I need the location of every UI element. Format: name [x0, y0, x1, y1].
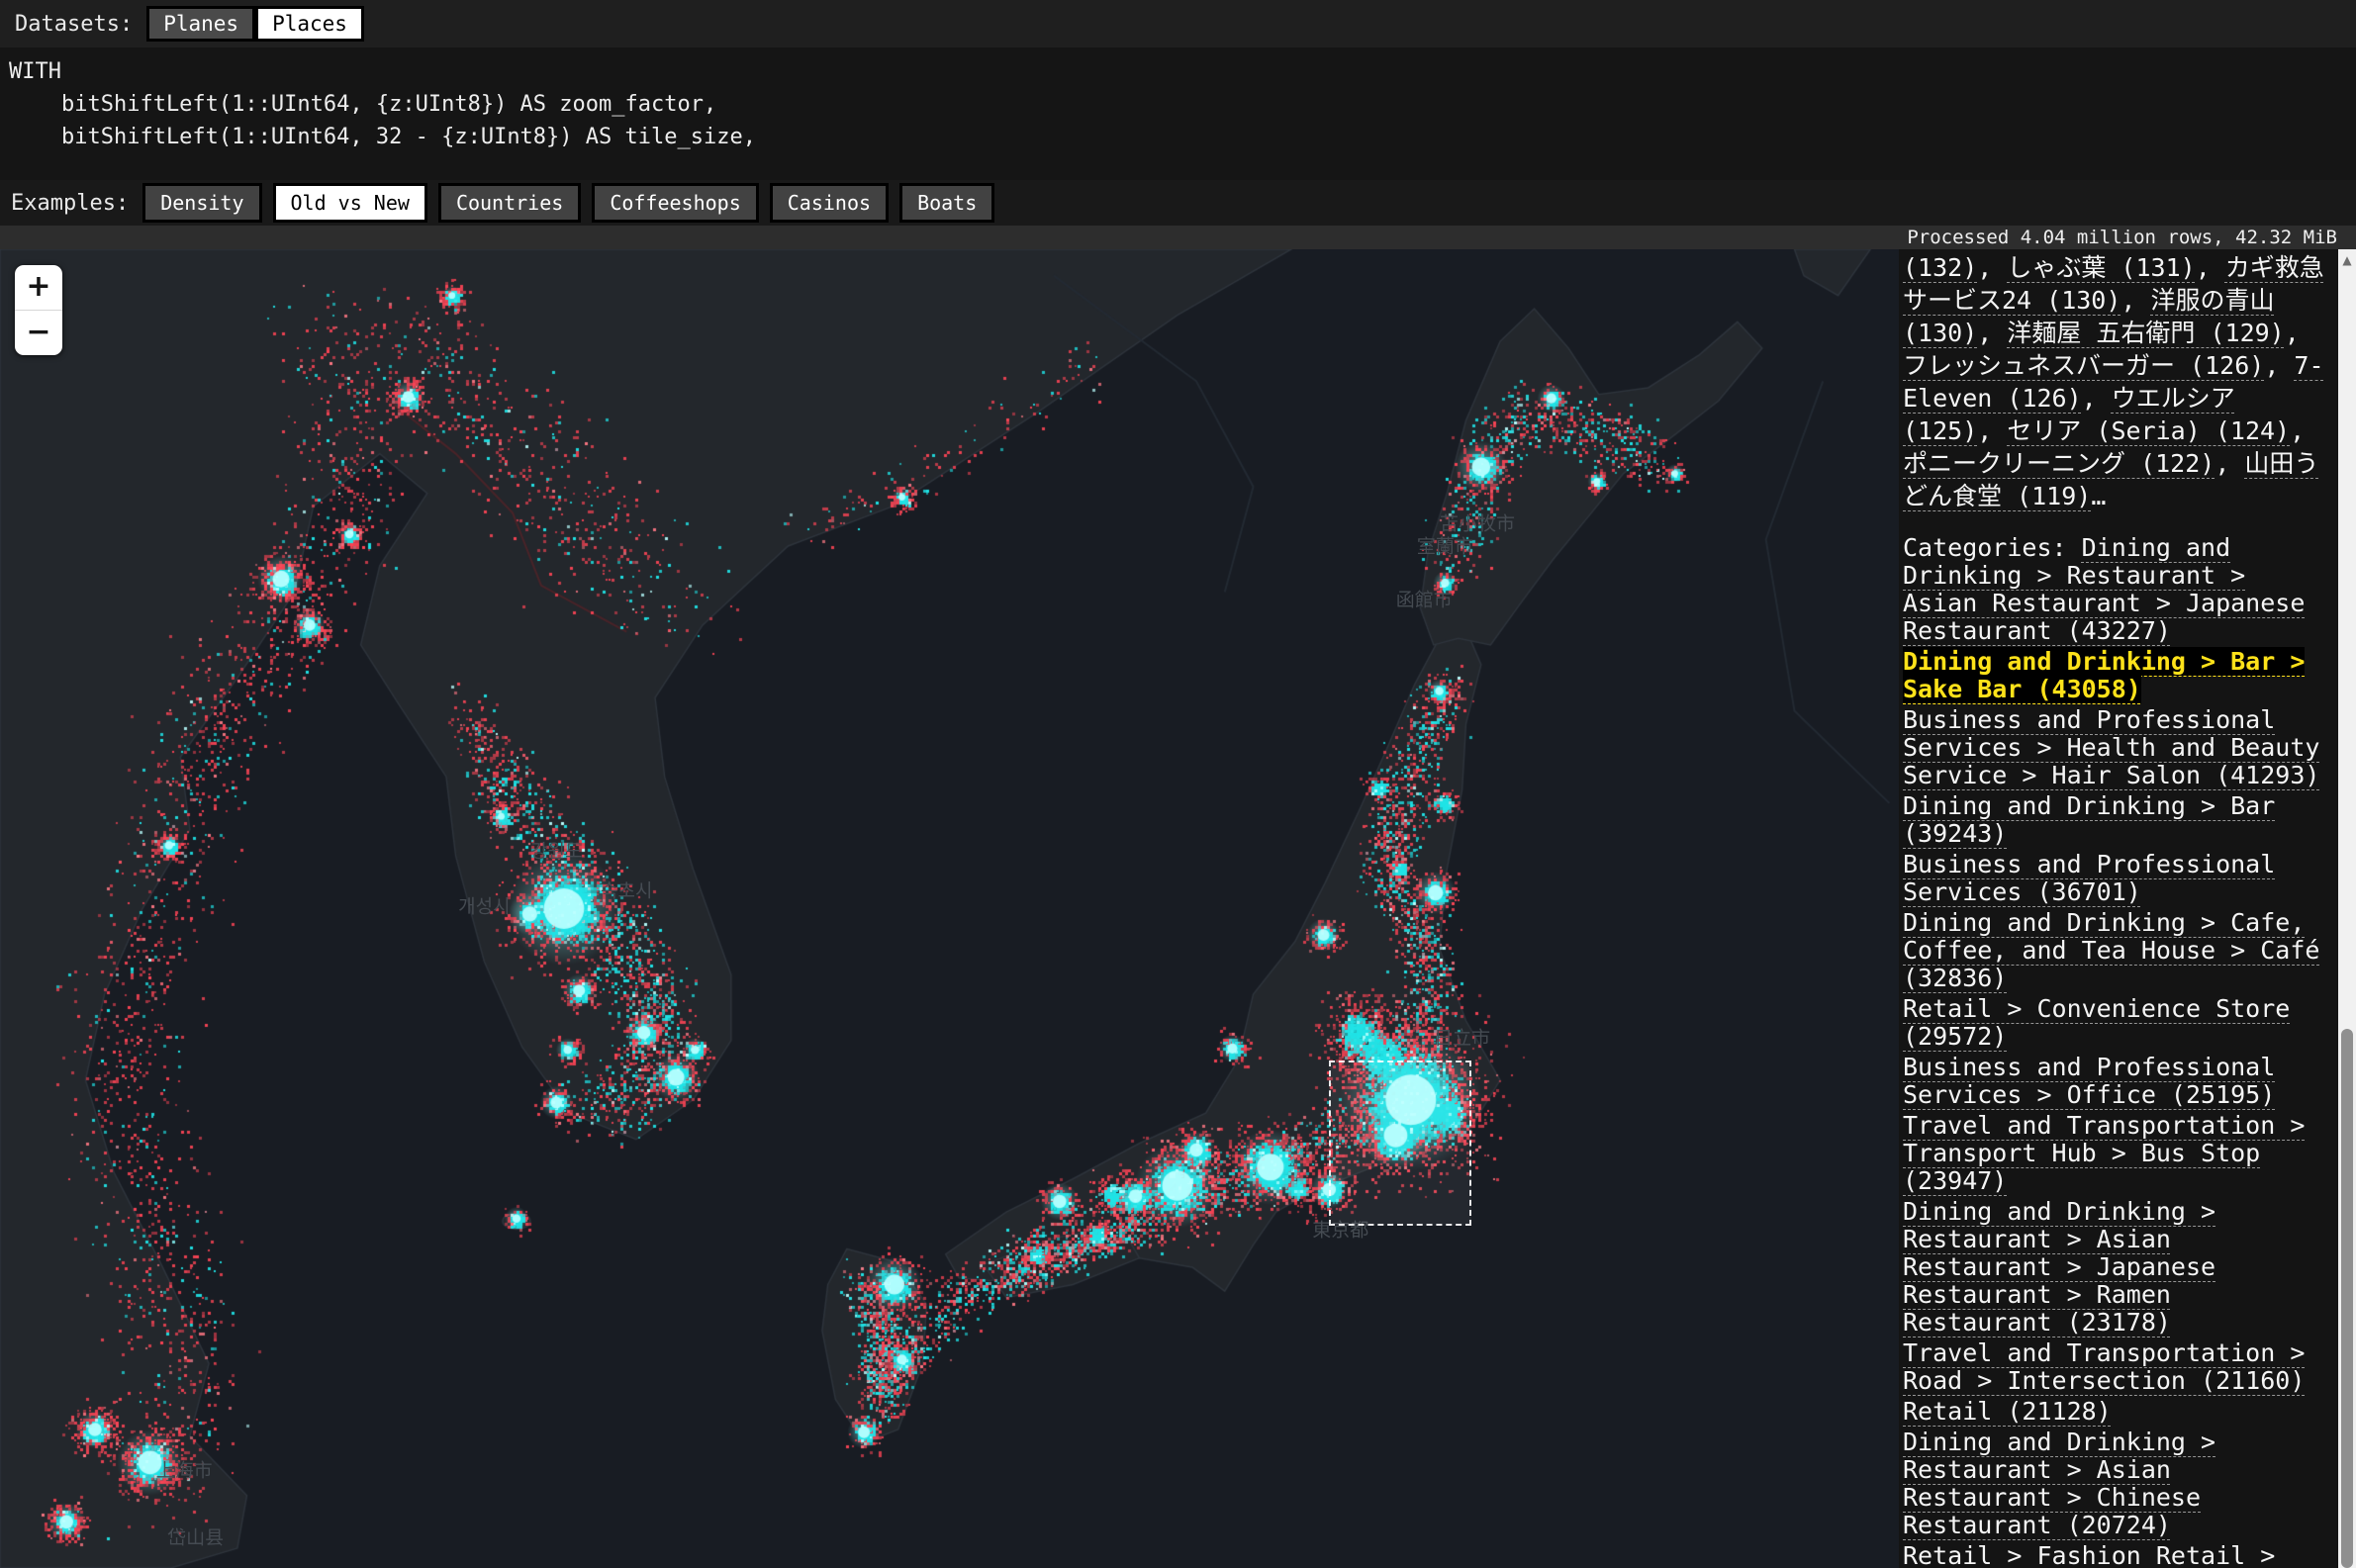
sql-code[interactable]: WITH bitShiftLeft(1::UInt64, {z:UInt8}) …	[9, 55, 2356, 153]
name-link[interactable]: 洋麺屋 五右衛門 (129)	[2007, 319, 2284, 347]
category-link[interactable]: Dining and Drinking > Restaurant > Asian…	[1903, 1197, 2215, 1337]
example-button-old-vs-new[interactable]: Old vs New	[273, 183, 427, 223]
example-button-density[interactable]: Density	[142, 183, 261, 223]
category-link[interactable]: Retail (21128)	[1903, 1397, 2112, 1426]
datasets-bar: Datasets: Planes Places	[0, 0, 2356, 47]
example-button-coffeeshops[interactable]: Coffeeshops	[592, 183, 758, 223]
map-zoom-control: + −	[15, 265, 62, 355]
sql-editor[interactable]: WITH bitShiftLeft(1::UInt64, {z:UInt8}) …	[0, 47, 2356, 180]
dataset-button-planes[interactable]: Planes	[146, 6, 255, 42]
category-link-highlighted[interactable]: Dining and Drinking > Bar > Sake Bar (43…	[1903, 647, 2305, 703]
scrollbar-thumb[interactable]	[2341, 1029, 2353, 1568]
category-link[interactable]: Dining and Drinking > Bar (39243)	[1903, 791, 2275, 848]
category-link[interactable]: Business and Professional Services (3670…	[1903, 850, 2275, 906]
results-sidebar: (132), しゃぶ葉 (131), カギ救急サービス24 (130), 洋服の…	[1899, 249, 2338, 1568]
category-item: Retail > Convenience Store (29572)	[1903, 995, 2332, 1051]
category-link[interactable]: Retail > Convenience Store (29572)	[1903, 994, 2290, 1051]
name-link[interactable]: (132)	[1903, 253, 1977, 282]
category-link[interactable]: Travel and Transportation > Transport Hu…	[1903, 1111, 2305, 1195]
name-link[interactable]: ポニークリーニング (122)	[1903, 449, 2215, 478]
category-link[interactable]: Travel and Transportation > Road > Inter…	[1903, 1338, 2305, 1395]
map[interactable]: 日立市東京都강원도개성시속초시上海市岱山县苫小牧市室蘭市函館市 + −	[0, 249, 1899, 1568]
categories-list: Categories: Dining and Drinking > Restau…	[1903, 534, 2332, 1568]
example-button-boats[interactable]: Boats	[899, 183, 994, 223]
category-item: Dining and Drinking > Restaurant > Asian…	[1903, 1198, 2332, 1337]
examples-bar: Examples: Density Old vs New Countries C…	[0, 180, 2356, 226]
name-link[interactable]: セリア (Seria) (124)	[2007, 416, 2290, 445]
category-item: Business and Professional Services > Hea…	[1903, 706, 2332, 789]
category-item: Dining and Drinking > Cafe, Coffee, and …	[1903, 909, 2332, 992]
category-item: Business and Professional Services (3670…	[1903, 851, 2332, 906]
map-canvas[interactable]	[0, 249, 1899, 1568]
category-item: Business and Professional Services > Off…	[1903, 1054, 2332, 1109]
query-status-text: Processed 4.04 million rows, 42.32 MiB	[0, 226, 2356, 249]
datasets-label: Datasets:	[15, 12, 133, 37]
category-item: Dining and Drinking > Restaurant > Asian…	[1903, 1429, 2332, 1539]
zoom-in-button[interactable]: +	[15, 265, 62, 310]
category-item: Dining and Drinking > Bar (39243)	[1903, 792, 2332, 848]
example-button-countries[interactable]: Countries	[438, 183, 581, 223]
name-link[interactable]: しゃぶ葉 (131)	[2007, 253, 2195, 282]
zoom-out-button[interactable]: −	[15, 311, 62, 355]
datasets-button-group: Planes Places	[146, 6, 364, 42]
category-item: Retail > Fashion Retail > Clothing Store…	[1903, 1542, 2332, 1568]
category-link[interactable]: Dining and Drinking > Cafe, Coffee, and …	[1903, 908, 2319, 992]
category-item: Retail (21128)	[1903, 1398, 2332, 1426]
category-link[interactable]: Business and Professional Services > Hea…	[1903, 705, 2319, 789]
dataset-button-places[interactable]: Places	[255, 6, 364, 42]
categories-label: Categories:	[1903, 533, 2082, 562]
name-link[interactable]: フレッシュネスバーガー (126)	[1903, 351, 2264, 380]
top-names-list: (132), しゃぶ葉 (131), カギ救急サービス24 (130), 洋服の…	[1903, 251, 2332, 512]
category-link[interactable]: Dining and Drinking > Restaurant > Asian…	[1903, 1428, 2215, 1539]
category-item: Dining and Drinking > Bar > Sake Bar (43…	[1903, 648, 2332, 703]
category-item: Travel and Transportation > Road > Inter…	[1903, 1339, 2332, 1395]
example-button-casinos[interactable]: Casinos	[770, 183, 889, 223]
category-item: Travel and Transportation > Transport Hu…	[1903, 1112, 2332, 1195]
category-link[interactable]: Business and Professional Services > Off…	[1903, 1053, 2275, 1109]
examples-label: Examples:	[11, 191, 129, 216]
category-item: Categories: Dining and Drinking > Restau…	[1903, 534, 2332, 645]
scrollbar-up-arrow[interactable]: ▲	[2338, 253, 2356, 267]
map-selection-box[interactable]	[1329, 1061, 1471, 1226]
sidebar-scrollbar[interactable]: ▲	[2338, 249, 2356, 1568]
category-link[interactable]: Retail > Fashion Retail > Clothing Store…	[1903, 1541, 2275, 1568]
